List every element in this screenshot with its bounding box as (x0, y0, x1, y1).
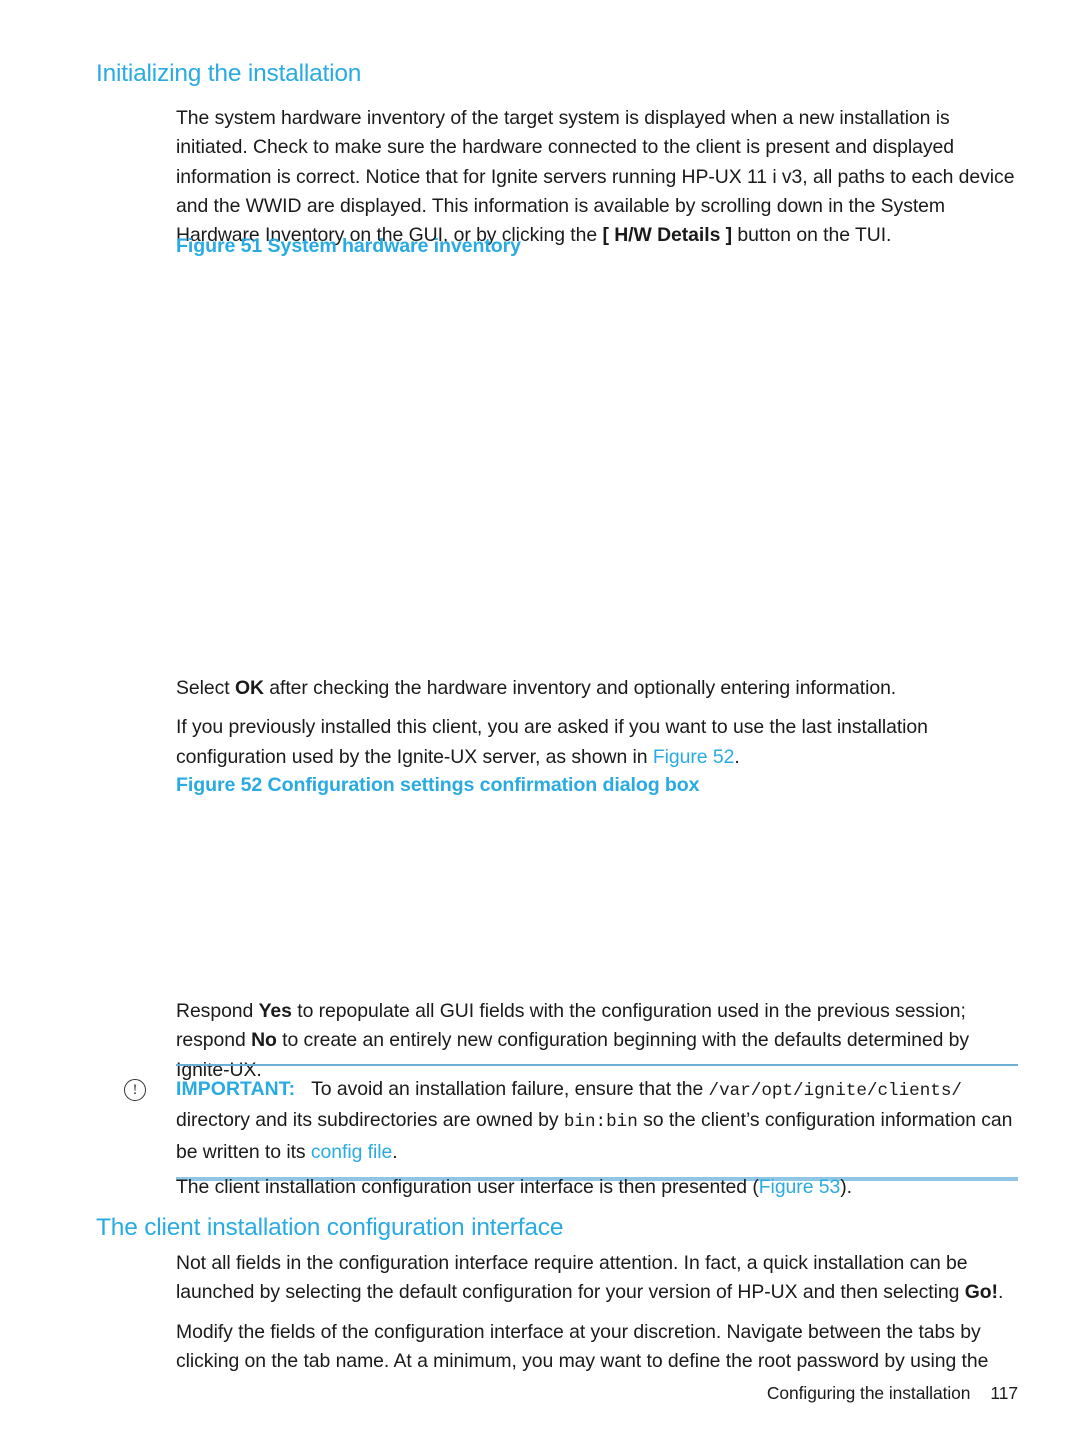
no-label: No (251, 1029, 277, 1052)
figure-51-image (176, 270, 1018, 660)
document-page: Initializing the installation The system… (0, 0, 1080, 1438)
ignite-clients-path: /var/opt/ignite/clients/ (708, 1081, 962, 1101)
link-figure-53[interactable]: Figure 53 (759, 1176, 841, 1198)
paragraph-system-hardware-inventory-intro: The system hardware inventory of the tar… (176, 104, 1018, 250)
prev-part-b: . (734, 745, 740, 768)
hw-details-button-label: [ H/W Details ] (602, 224, 733, 247)
paragraph-select-ok-text: Select OK after checking the hardware in… (176, 674, 1018, 703)
page-footer: Configuring the installation 117 (0, 1383, 1018, 1404)
figure-52-image (176, 810, 1018, 990)
yes-label: Yes (258, 1000, 292, 1022)
select-part-a: Select (176, 677, 235, 699)
paragraph-modify-fields-text: Modify the fields of the configuration i… (176, 1320, 989, 1372)
go-label: Go! (964, 1281, 998, 1304)
bin-bin-owner: bin:bin (563, 1112, 638, 1133)
important-text-d: . (392, 1140, 398, 1163)
prev-part-a: If you previously installed this client,… (176, 716, 928, 768)
important-text-a: To avoid an installation failure, ensure… (311, 1078, 709, 1100)
figure-52-caption: Figure 52 Configuration settings confirm… (176, 774, 700, 796)
paragraph-quick-install-text: Not all fields in the configuration inte… (176, 1249, 1018, 1308)
paragraph-interface-presented: The client installation configuration us… (176, 1173, 1018, 1202)
select-part-b: after checking the hardware inventory an… (263, 677, 897, 699)
ok-label: OK (234, 677, 264, 699)
paragraph-presented-text: The client installation configuration us… (176, 1173, 1018, 1202)
quick-part-b: . (997, 1281, 1004, 1304)
admonition-body: ! IMPORTANT: To avoid an installation fail… (124, 1066, 1018, 1177)
page-number: 117 (990, 1383, 1018, 1403)
important-text-b: directory and its subdirectories are own… (176, 1109, 564, 1132)
presented-part-b: ). (840, 1176, 852, 1198)
heading-client-installation-configuration-interface: The client installation configuration in… (96, 1214, 564, 1241)
paragraph-previous-install-text: If you previously installed this client,… (176, 713, 1018, 772)
paragraph-part-b: button on the TUI. (732, 224, 892, 247)
respond-part-a: Respond (176, 1000, 259, 1022)
important-exclamation-icon: ! (124, 1079, 146, 1101)
footer-section-title: Configuring the installation (766, 1383, 971, 1403)
important-admonition: ! IMPORTANT: To avoid an installation fail… (124, 1064, 1018, 1181)
paragraph-configuration-interface-details: Not all fields in the configuration inte… (176, 1249, 1018, 1376)
presented-part-a: The client installation configuration us… (176, 1176, 759, 1198)
paragraph-select-ok: Select OK after checking the hardware in… (176, 674, 1018, 772)
link-config-file[interactable]: config file (311, 1141, 392, 1163)
important-label: IMPORTANT: (176, 1078, 296, 1100)
heading-initializing-the-installation: Initializing the installation (96, 60, 362, 87)
figure-51-caption: Figure 51 System hardware inventory (176, 235, 521, 257)
paragraph-text: The system hardware inventory of the tar… (176, 104, 1018, 250)
quick-part-a: Not all fields in the configuration inte… (176, 1252, 968, 1304)
link-figure-52[interactable]: Figure 52 (653, 746, 735, 768)
